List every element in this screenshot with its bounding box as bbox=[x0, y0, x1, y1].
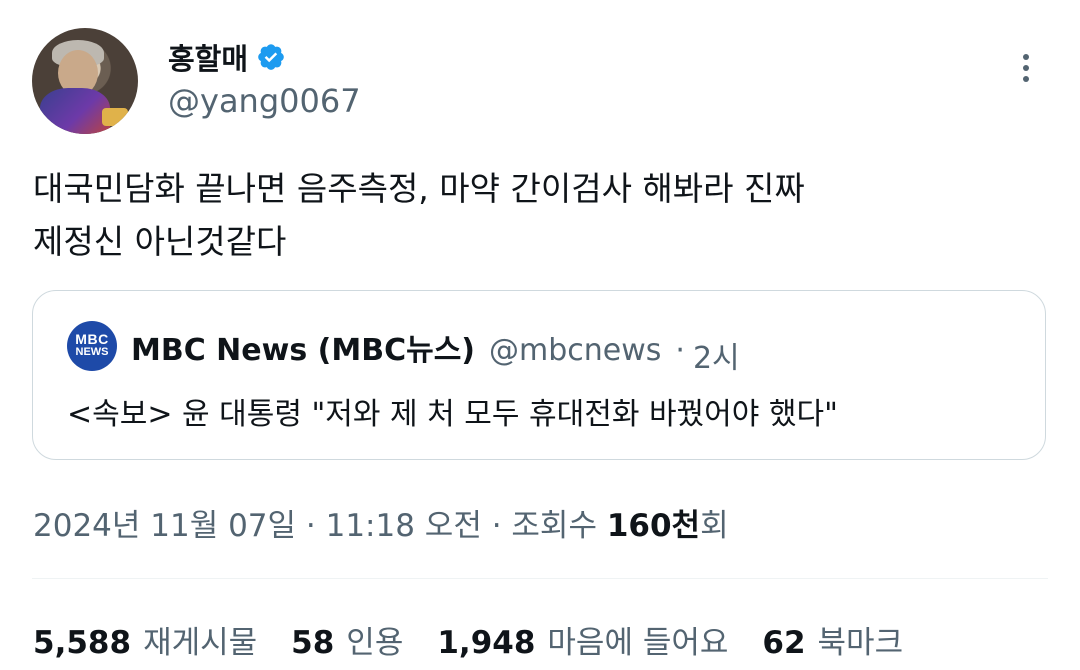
views-count: 160천 bbox=[606, 508, 701, 544]
tweet-timestamp: 2024년 11월 07일 · 11:18 오전 · 조회수 160천회 bbox=[33, 500, 729, 545]
stat-label: 인용 bbox=[346, 625, 404, 661]
stat-number: 58 bbox=[291, 625, 335, 661]
stat-reposts[interactable]: 5,588 재게시물 bbox=[33, 617, 257, 662]
more-dot bbox=[1023, 76, 1029, 82]
stat-number: 62 bbox=[762, 625, 806, 661]
tweet-datetime[interactable]: 2024년 11월 07일 · 11:18 오전 · 조회수 bbox=[33, 508, 607, 544]
mbc-news-logo[interactable]: MBC NEWS bbox=[67, 321, 117, 371]
views-suffix: 회 bbox=[700, 508, 729, 544]
author-handle[interactable]: @yang0067 bbox=[168, 82, 361, 120]
stat-number: 5,588 bbox=[33, 625, 132, 661]
quoted-tweet-header: MBC News (MBC뉴스) @mbcnews · 2시 bbox=[131, 325, 740, 377]
tweet-text: 대국민담화 끝나면 음주측정, 마약 간이검사 해봐라 진짜 제정신 아닌것같다 bbox=[33, 162, 1043, 268]
avatar-accent bbox=[102, 108, 128, 126]
stat-quotes[interactable]: 58 인용 bbox=[291, 617, 403, 662]
tweet-text-line: 제정신 아닌것같다 bbox=[33, 222, 287, 261]
quoted-author-name[interactable]: MBC News (MBC뉴스) bbox=[131, 325, 475, 369]
stat-likes[interactable]: 1,948 마음에 들어요 bbox=[437, 617, 728, 662]
stat-label: 북마크 bbox=[817, 625, 904, 661]
quoted-tweet-card[interactable]: MBC NEWS MBC News (MBC뉴스) @mbcnews · 2시 … bbox=[32, 290, 1046, 460]
verified-badge-icon bbox=[258, 44, 284, 70]
divider bbox=[32, 578, 1048, 579]
author-avatar[interactable] bbox=[32, 28, 138, 134]
stat-label: 마음에 들어요 bbox=[547, 625, 729, 661]
stat-label: 재게시물 bbox=[143, 625, 258, 661]
tweet-text-line: 대국민담화 끝나면 음주측정, 마약 간이검사 해봐라 진짜 bbox=[33, 169, 805, 208]
quoted-author-handle[interactable]: @mbcnews bbox=[489, 333, 661, 368]
more-dot bbox=[1023, 65, 1029, 71]
quoted-tweet-text: <속보> 윤 대통령 "저와 제 처 모두 휴대전화 바꿨어야 했다" bbox=[67, 397, 838, 432]
quoted-tweet-time[interactable]: 2시 bbox=[693, 333, 740, 377]
engagement-stats: 5,588 재게시물 58 인용 1,948 마음에 들어요 62 북마크 bbox=[33, 617, 903, 662]
avatar-robe bbox=[40, 88, 110, 134]
separator-dot: · bbox=[675, 333, 685, 368]
logo-line-2: NEWS bbox=[75, 346, 109, 358]
author-name-row[interactable]: 홍할매 bbox=[168, 36, 286, 78]
more-dot bbox=[1023, 54, 1029, 60]
logo-line-1: MBC bbox=[75, 331, 109, 347]
stat-bookmarks[interactable]: 62 북마크 bbox=[762, 617, 903, 662]
more-options-icon[interactable] bbox=[1016, 54, 1036, 90]
author-display-name[interactable]: 홍할매 bbox=[168, 36, 248, 78]
stat-number: 1,948 bbox=[437, 625, 536, 661]
